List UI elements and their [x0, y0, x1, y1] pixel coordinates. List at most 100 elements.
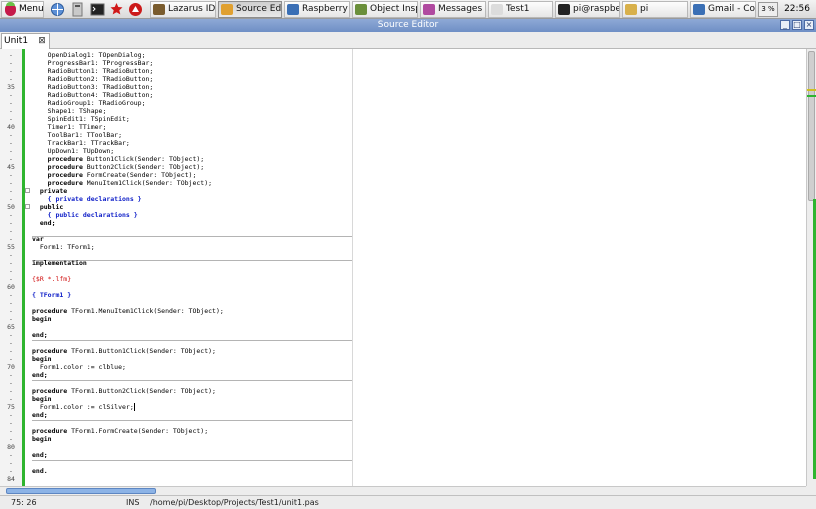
code-line: 60	[0, 283, 352, 291]
line-number: -	[9, 51, 13, 59]
code-line: 45 procedure Button2Click(Sender: TObjec…	[0, 163, 352, 171]
code-text: RadioButton1: TRadioButton;	[32, 67, 154, 75]
code-text: procedure TForm1.Button2Click(Sender: TO…	[32, 387, 216, 395]
terminal-launcher-icon[interactable]	[90, 2, 105, 17]
code-line: - begin	[0, 395, 352, 403]
line-number: -	[9, 387, 13, 395]
code-text: procedure TForm1.Button1Click(Sender: TO…	[32, 347, 216, 355]
code-line: 40 Timer1: TTimer;	[0, 123, 352, 131]
code-text: RadioButton4: TRadioButton;	[32, 91, 154, 99]
menu-button[interactable]: Menu	[1, 1, 44, 18]
line-number: -	[9, 347, 13, 355]
code-text: { private declarations }	[32, 195, 142, 203]
line-number: -	[9, 59, 13, 67]
file-path: /home/pi/Desktop/Projects/Test1/unit1.pa…	[150, 498, 319, 507]
taskbar-window-button[interactable]: Messages	[420, 1, 486, 18]
line-number: -	[9, 355, 13, 363]
minimize-button[interactable]: _	[780, 20, 790, 30]
code-line: - procedure TForm1.FormCreate(Sender: TOb…	[0, 427, 352, 435]
code-line: - end;	[0, 371, 352, 379]
tab-label: Unit1	[4, 36, 29, 46]
line-number: -	[9, 131, 13, 139]
window-titlebar[interactable]: Source Editor _ □ ×	[0, 19, 816, 32]
code-line: -	[0, 227, 352, 235]
wolfram-launcher-icon[interactable]	[128, 2, 143, 17]
code-text: Form1.color := clSilver;	[32, 403, 135, 411]
code-line: 55 Form1: TForm1;	[0, 243, 352, 251]
line-number: -	[9, 75, 13, 83]
line-number: -	[9, 155, 13, 163]
code-line: - implementation	[0, 259, 352, 267]
code-text: end;	[32, 411, 48, 419]
line-number: 50	[7, 203, 15, 211]
taskbar-window-button[interactable]: Test1	[488, 1, 553, 18]
source-editor[interactable]: - OpenDialog1: TOpenDialog; - ProgressBar…	[0, 49, 806, 486]
clock[interactable]: 22:56	[784, 0, 810, 19]
taskbar-window-label: pi@raspber...	[573, 4, 620, 14]
vertical-scroll-thumb[interactable]	[808, 51, 815, 201]
code-line: - ProgressBar1: TProgressBar;	[0, 59, 352, 67]
code-line: 80	[0, 443, 352, 451]
line-number: 35	[7, 83, 15, 91]
code-text: Shape1: TShape;	[32, 107, 107, 115]
code-text: Form1: TForm1;	[32, 243, 95, 251]
taskbar-window-button[interactable]: Raspberry ...	[284, 1, 350, 18]
code-text: end;	[32, 219, 56, 227]
code-line: - { TForm1 }	[0, 291, 352, 299]
web-browser-launcher-icon[interactable]	[50, 2, 65, 17]
line-number: -	[9, 427, 13, 435]
maximize-button[interactable]: □	[792, 20, 802, 30]
line-number: -	[9, 99, 13, 107]
code-line: - begin	[0, 435, 352, 443]
code-line: - Shape1: TShape;	[0, 107, 352, 115]
raspberry-pi-icon	[5, 2, 16, 16]
code-text: ProgressBar1: TProgressBar;	[32, 59, 154, 67]
tab-unit1[interactable]: Unit1 ⊠	[1, 33, 50, 49]
object-inspector-icon	[355, 4, 367, 15]
code-line: - end.	[0, 467, 352, 475]
code-line: -	[0, 267, 352, 275]
window-title: Source Editor	[377, 20, 439, 30]
code-text: begin	[32, 395, 52, 403]
code-line: 70 Form1.color := clblue;	[0, 363, 352, 371]
math-kernel-launcher-icon[interactable]	[109, 2, 124, 17]
taskbar-window-button[interactable]: Lazarus IDE...	[150, 1, 216, 18]
code-text: Timer1: TTimer;	[32, 123, 107, 131]
taskbar-window-label: Gmail - Co...	[708, 4, 755, 14]
code-line: - procedure Button1Click(Sender: TObject…	[0, 155, 352, 163]
code-line: - { public declarations }	[0, 211, 352, 219]
code-text: RadioButton2: TRadioButton;	[32, 75, 154, 83]
line-number: -	[9, 299, 13, 307]
vertical-scrollbar[interactable]	[806, 49, 816, 486]
fold-toggle-icon[interactable]	[25, 204, 30, 209]
horizontal-scrollbar[interactable]	[0, 486, 806, 495]
taskbar-window-label: Object Insp...	[370, 4, 417, 14]
taskbar-window-button[interactable]: pi@raspber...	[555, 1, 620, 18]
status-bar: 75: 26 INS /home/pi/Desktop/Projects/Tes…	[0, 495, 816, 509]
horizontal-scroll-thumb[interactable]	[6, 488, 156, 494]
line-number: -	[9, 331, 13, 339]
taskbar-window-button[interactable]: pi	[622, 1, 688, 18]
line-number: -	[9, 275, 13, 283]
cpu-monitor[interactable]: 3 %	[758, 2, 778, 17]
code-text: begin	[32, 355, 52, 363]
line-number: -	[9, 411, 13, 419]
taskbar-window-button[interactable]: Gmail - Co...	[690, 1, 756, 18]
code-text: RadioButton3: TRadioButton;	[32, 83, 154, 91]
file-manager-launcher-icon[interactable]	[70, 2, 85, 17]
taskbar-window-button[interactable]: Source Editor	[218, 1, 282, 18]
close-button[interactable]: ×	[804, 20, 814, 30]
line-number: -	[9, 315, 13, 323]
line-number: -	[9, 227, 13, 235]
code-text: TrackBar1: TTrackBar;	[32, 139, 130, 147]
tab-close-icon[interactable]: ⊠	[37, 36, 47, 46]
code-line: - { private declarations }	[0, 195, 352, 203]
code-line: - end;	[0, 451, 352, 459]
line-number: 40	[7, 123, 15, 131]
line-number: -	[9, 91, 13, 99]
cursor-position: 75: 26	[11, 498, 37, 507]
code-text: Form1.color := clblue;	[32, 363, 126, 371]
code-line: -	[0, 299, 352, 307]
fold-toggle-icon[interactable]	[25, 188, 30, 193]
taskbar-window-button[interactable]: Object Insp...	[352, 1, 418, 18]
